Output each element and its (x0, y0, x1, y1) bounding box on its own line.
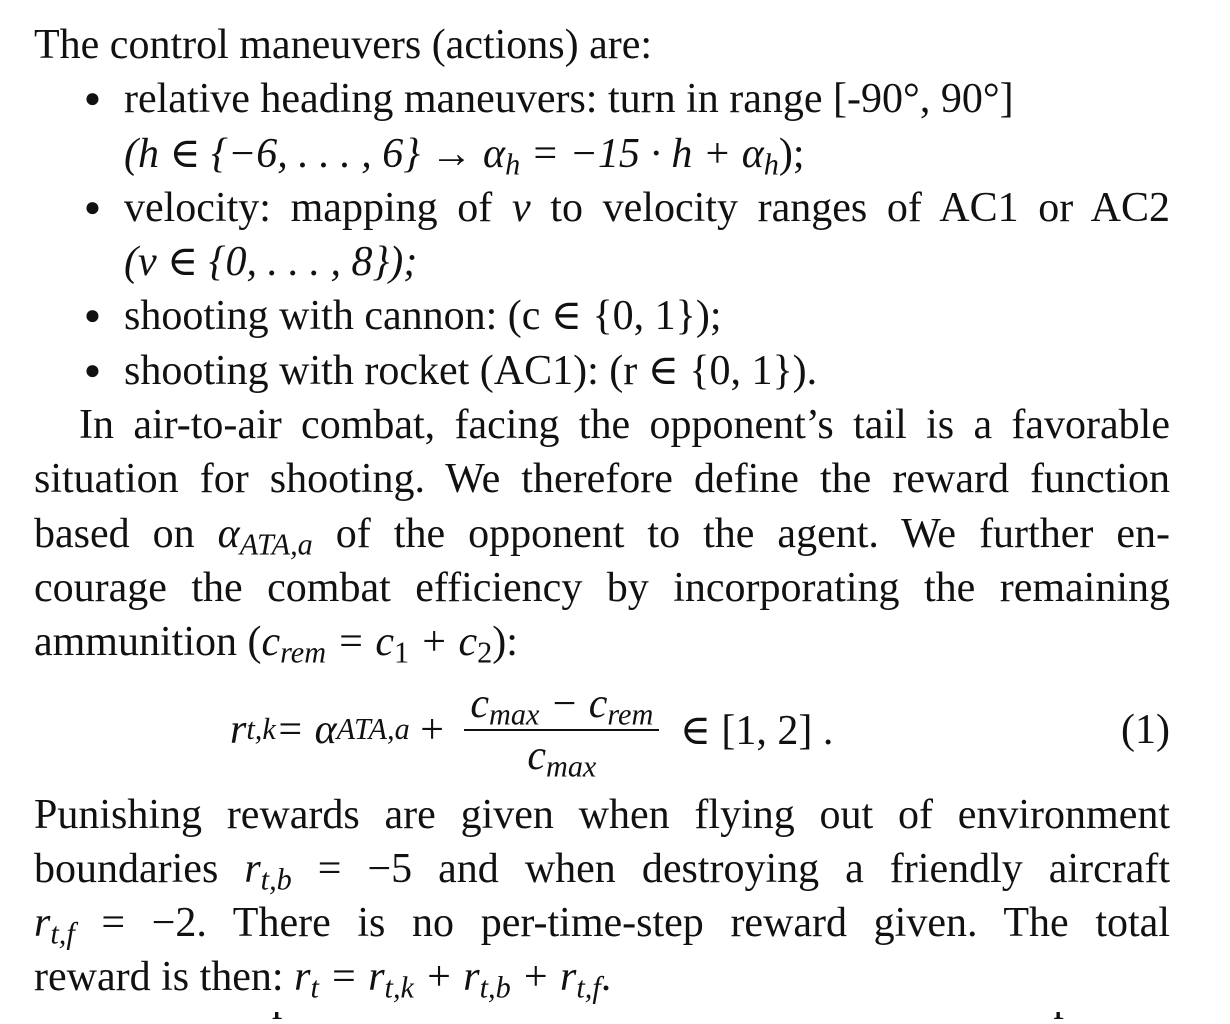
math-subscript: 1 (394, 635, 410, 670)
text: of the opponent to the agent. We further… (312, 510, 1170, 557)
bullet-dot-icon: ● (84, 191, 101, 223)
math-subscript: t,f (50, 916, 75, 951)
text: ammunition ( (34, 619, 262, 666)
paragraph-1-line-2: situation for shooting. We therefore def… (34, 456, 1170, 503)
eq-numerator: cmax − crem (470, 680, 654, 732)
bullet-rocket: ● shooting with rocket (AC1): (r ∈ {0, 1… (34, 344, 1170, 398)
math-text: = r (318, 954, 385, 1001)
eq-alpha-subscript: ATA,a (336, 712, 410, 747)
text: ): (492, 619, 518, 666)
bullet-text: shooting with rocket (AC1): (r ∈ {0, 1})… (124, 347, 818, 394)
text: based on (34, 510, 218, 557)
eq-lhs: r (230, 706, 247, 753)
math-variable: α (217, 510, 240, 557)
math-text: + c (409, 619, 478, 666)
paragraph-2-line-4: reward is then: rt = rt,k + rt,b + rt,f. (34, 950, 1170, 1005)
formula-subscript: h (763, 147, 779, 182)
math-variable: r (294, 954, 311, 1001)
paragraph-2-line-3: rt,f = −2. There is no per-time-step rew… (34, 896, 1170, 951)
eq-lhs-subscript: t,k (246, 712, 276, 747)
equation-number: (1) (1121, 706, 1170, 753)
formula-text: (h ∈ {−6, . . . , 6} → α (124, 130, 506, 177)
bullet-text: relative heading maneuvers: turn in rang… (124, 76, 1014, 123)
math-variable: r (244, 845, 261, 892)
bullet-heading-maneuvers: ● relative heading maneuvers: turn in ra… (34, 72, 1170, 126)
cutoff-text: After some exploration with ammunition a… (34, 1012, 1170, 1024)
bullet-text: velocity: mapping of (124, 184, 512, 231)
bullet-velocity: ● velocity: mapping of v to velocity ran… (34, 181, 1170, 235)
math-variable: c (261, 619, 281, 666)
bullet-text: shooting with cannon: (c ∈ {0, 1}); (124, 293, 722, 340)
eq-plus: + (409, 706, 455, 753)
math-subscript: t,f (576, 971, 601, 1005)
math-subscript: t,k (384, 971, 414, 1005)
text: boundaries (34, 845, 245, 892)
math-text: + r (510, 954, 577, 1001)
bullet-heading-formula: (h ∈ {−6, . . . , 6} → αh = −15 · h + αh… (34, 127, 1170, 182)
math-variable: v (511, 184, 531, 231)
math-subscript: 2 (477, 635, 493, 670)
formula-text: ); (778, 130, 805, 177)
bullet-dot-icon: ● (84, 354, 101, 386)
text: . (600, 954, 612, 1001)
eq-range: ∈ [1, 2] . (669, 707, 834, 754)
paragraph-1-line-1: In air-to-air combat, facing the opponen… (79, 402, 1170, 449)
text: = −5 and when destroying a friendly airc… (291, 845, 1170, 892)
equation-body: r t,k = α ATA,a + cmax − crem cmax ∈ [1, 2… (230, 674, 833, 786)
bullet-dot-icon: ● (84, 300, 101, 332)
math-subscript: t (310, 971, 319, 1005)
paper-text-body: The control maneuvers (actions) are: ● r… (34, 18, 1170, 1005)
text: reward is then: (34, 954, 295, 1001)
math-subscript: t,b (479, 971, 511, 1005)
paragraph-1-line-3: based on αATA,a of the opponent to the a… (34, 507, 1170, 562)
math-variable: r (34, 900, 51, 947)
eq-alpha: = α (275, 706, 337, 753)
formula-text: (v ∈ {0, . . . , 8}); (124, 239, 418, 286)
text: = −2. There is no per-time-step reward g… (74, 900, 1170, 947)
paragraph-1-line-4: courage the combat efficiency by incorpo… (34, 564, 1170, 611)
bullet-velocity-formula: (v ∈ {0, . . . , 8}); (34, 235, 1170, 289)
equation-1: r t,k = α ATA,a + cmax − crem cmax ∈ [1, 2… (34, 674, 1170, 786)
math-subscript: rem (280, 635, 327, 670)
paragraph-2-line-2: boundaries rt,b = −5 and when destroying… (34, 842, 1170, 897)
paragraph-2-line-1: Punishing rewards are given when flying … (34, 791, 1170, 838)
actions-heading: The control maneuvers (actions) are: (34, 22, 653, 68)
eq-denominator: cmax (527, 732, 597, 784)
math-subscript: t,b (260, 862, 292, 897)
bullet-cannon: ● shooting with cannon: (c ∈ {0, 1}); (34, 289, 1170, 343)
eq-fraction: cmax − crem cmax (464, 679, 660, 784)
bullet-dot-icon: ● (84, 83, 101, 115)
math-text: + r (413, 954, 480, 1001)
cutoff-next-line: After some exploration with ammunition a… (34, 1012, 1170, 1024)
paragraph-1-line-5: ammunition (crem = c1 + c2): (34, 615, 1170, 670)
math-subscript: ATA,a (239, 527, 313, 562)
bullet-text: to velocity ranges of AC1 or AC2 (530, 184, 1170, 231)
formula-subscript: h (505, 147, 521, 182)
math-text: = c (326, 619, 395, 666)
formula-text: = −15 · h + α (520, 130, 764, 177)
